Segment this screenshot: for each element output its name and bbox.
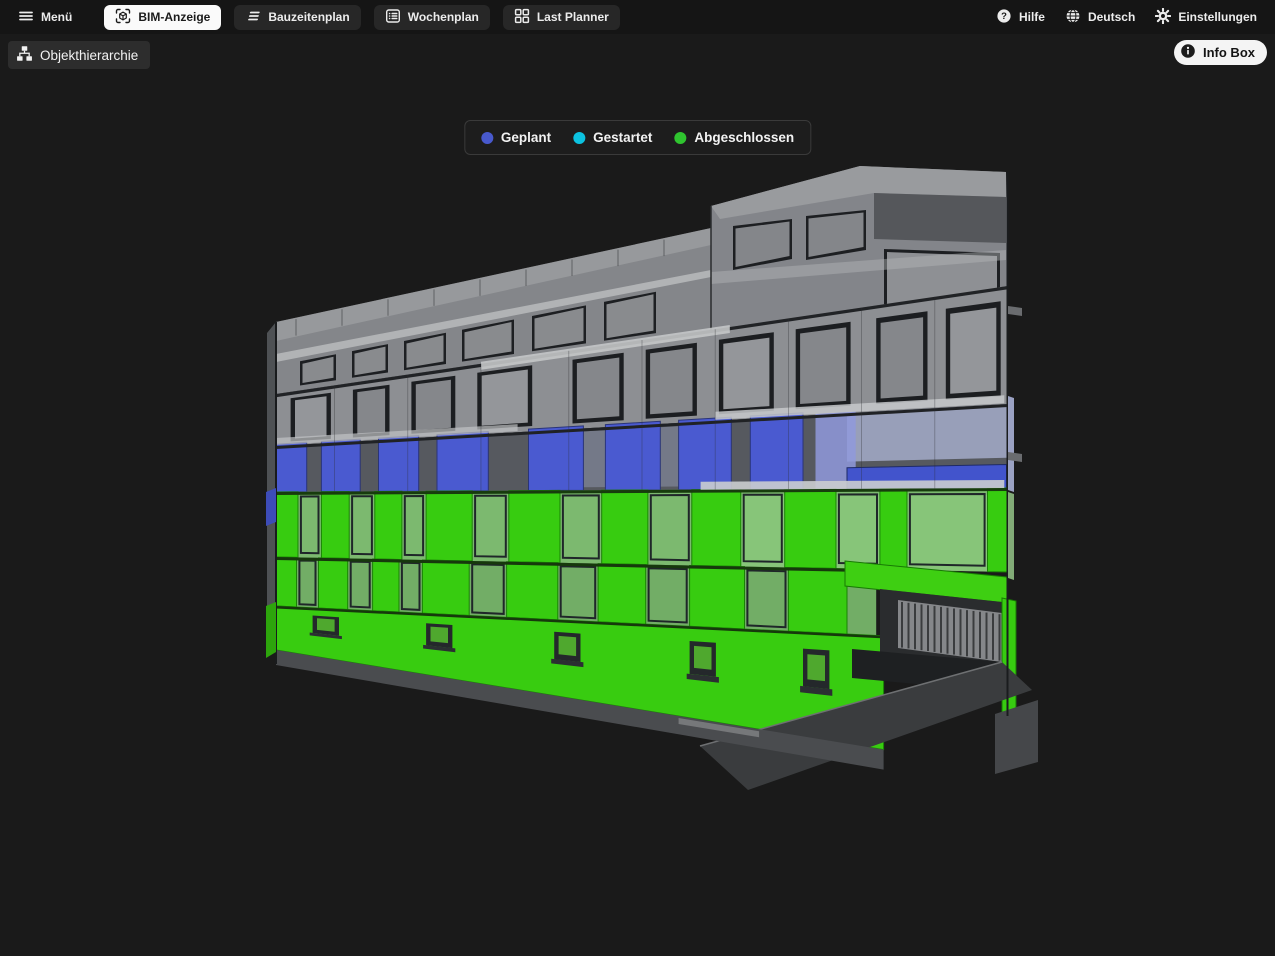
menu-button[interactable]: Menü [12,5,78,30]
tab-bauzeitenplan[interactable]: Bauzeitenplan [234,5,360,30]
legend-item-geplant: Geplant [481,130,551,145]
bim-viewport: Objekthierarchie Info Box Geplant Gestar… [0,34,1275,956]
info-box-button[interactable]: Info Box [1174,40,1267,65]
legend-item-abgeschlossen: Abgeschlossen [674,130,794,145]
svg-text:?: ? [1001,11,1007,22]
gear-icon [1155,8,1171,27]
tab-label: Last Planner [537,10,609,24]
topbar: Menü BIM-Anzeige [0,0,1275,34]
grid-icon [514,8,530,27]
tab-wochenplan[interactable]: Wochenplan [374,5,490,30]
status-legend: Geplant Gestartet Abgeschlossen [464,120,811,155]
help-button[interactable]: ? Hilfe [990,5,1051,30]
object-hierarchy-label: Objekthierarchie [40,48,138,63]
bim-application: Menü BIM-Anzeige [0,0,1275,956]
tab-bim-anzeige[interactable]: BIM-Anzeige [104,5,221,30]
help-label: Hilfe [1019,10,1045,24]
tab-label: Wochenplan [408,10,479,24]
topbar-right-group: ? Hilfe Deutsch [990,5,1263,30]
cube-scan-icon [115,8,131,27]
building-3d-model [266,166,1038,790]
tab-label: Bauzeitenplan [268,10,349,24]
settings-button[interactable]: Einstellungen [1149,5,1263,30]
menu-label: Menü [41,10,72,24]
tab-label: BIM-Anzeige [138,10,210,24]
abgeschlossen-label: Abgeschlossen [694,130,794,145]
gestartet-dot [573,132,585,144]
object-hierarchy-button[interactable]: Objekthierarchie [8,41,150,69]
globe-icon [1065,8,1081,27]
language-label: Deutsch [1088,10,1135,24]
info-box-label: Info Box [1203,45,1255,60]
weekly-list-icon [385,8,401,27]
gestartet-label: Gestartet [593,130,652,145]
settings-label: Einstellungen [1178,10,1257,24]
legend-item-gestartet: Gestartet [573,130,652,145]
abgeschlossen-dot [674,132,686,144]
bim-model[interactable] [0,34,1275,956]
tab-last-planner[interactable]: Last Planner [503,5,620,30]
view-tabs: BIM-Anzeige Bauzeitenplan [104,5,620,30]
geplant-dot [481,132,493,144]
gantt-lines-icon [245,8,261,27]
hamburger-icon [18,8,34,27]
info-icon [1180,43,1196,62]
question-icon: ? [996,8,1012,27]
geplant-label: Geplant [501,130,551,145]
hierarchy-tree-icon [16,45,33,65]
language-button[interactable]: Deutsch [1059,5,1141,30]
